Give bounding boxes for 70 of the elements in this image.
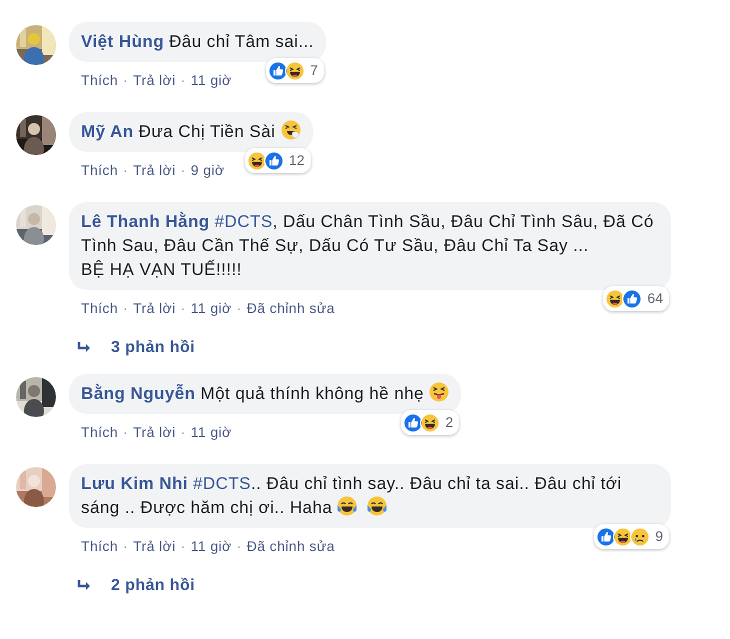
action-link[interactable]: 11 giờ	[190, 70, 232, 90]
action-link[interactable]: Thích	[81, 160, 118, 180]
reaction-count: 12	[288, 151, 304, 170]
author-name-link[interactable]: Lưu Kim Nhi	[81, 474, 188, 493]
reaction-count: 64	[647, 289, 663, 308]
reactions-badge[interactable]: 7	[266, 58, 324, 83]
reply-arrow-icon	[77, 580, 91, 592]
laughing-face-icon	[246, 150, 267, 170]
laughing-face-icon	[285, 60, 306, 80]
action-link[interactable]: 11 giờ	[190, 536, 232, 556]
tears-of-joy-face-icon	[337, 496, 358, 516]
action-link[interactable]: 11 giờ	[190, 422, 232, 442]
action-link[interactable]: 9 giờ	[190, 160, 224, 180]
reaction-count: 9	[655, 527, 663, 546]
author-name-link[interactable]: Việt Hùng	[81, 32, 164, 51]
separator-dot: ·	[236, 298, 242, 318]
action-link[interactable]: Thích	[81, 70, 118, 90]
laughing-face-icon	[613, 526, 634, 546]
separator-dot: ·	[236, 536, 242, 556]
action-link[interactable]: Trả lời	[133, 160, 176, 180]
action-link[interactable]: Trả lời	[133, 536, 176, 556]
reactions-badge[interactable]: 64	[603, 286, 669, 311]
reactions-badge[interactable]: 9	[594, 524, 669, 549]
reply-arrow-icon	[77, 342, 91, 354]
tongue-face-icon	[429, 382, 450, 402]
action-link[interactable]: Thích	[81, 536, 118, 556]
replies-link[interactable]: 2 phản hồi	[77, 576, 195, 596]
laughing-face-icon	[605, 288, 626, 308]
hashtag-link[interactable]: #DCTS	[192, 474, 251, 493]
like-icon	[403, 412, 424, 432]
separator-dot: ·	[180, 70, 186, 90]
author-name-link[interactable]: Bằng Nguyễn	[81, 384, 196, 403]
reaction-count: 2	[445, 413, 454, 432]
separator-dot: ·	[123, 160, 128, 180]
replies-link[interactable]: 3 phản hồi	[77, 338, 195, 358]
author-name-link[interactable]: Mỹ An	[81, 122, 134, 141]
action-link[interactable]: Đã chỉnh sửa	[246, 298, 335, 318]
separator-dot: ·	[180, 536, 186, 556]
separator-dot: ·	[123, 422, 128, 442]
hashtag-link[interactable]: #DCTS	[214, 212, 273, 231]
action-link[interactable]: Đã chỉnh sửa	[246, 536, 335, 556]
reaction-count: 7	[310, 61, 318, 80]
action-link[interactable]: Thích	[81, 422, 118, 442]
comment-text: Mỹ An Đưa Chị Tiền Sài	[81, 120, 300, 144]
reactions-badge[interactable]: 12	[244, 148, 310, 173]
crying-face-icon	[630, 526, 650, 546]
comment-text: Bằng Nguyễn Một quả thính không hề nhẹ	[81, 382, 450, 406]
like-icon	[264, 150, 284, 170]
separator-dot: ·	[123, 70, 128, 90]
sneezing-face-icon	[280, 120, 300, 140]
like-icon	[622, 288, 642, 308]
separator-dot: ·	[123, 298, 128, 318]
action-link[interactable]: Trả lời	[133, 70, 176, 90]
separator-dot: ·	[180, 298, 186, 318]
action-link[interactable]: Trả lời	[133, 298, 176, 318]
comment-text: Lê Thanh Hằng #DCTS, Dấu Chân Tình Sầu, Đâu Chỉ Tình Sâu, Đã Có Tình Sau, Đâu Cần Thế Sự, Dấu Có Tư Sầu, Đâu Chỉ Ta Say ... BỆ HẠ VẠN TUẾ!!!!!	[81, 210, 655, 281]
laughing-face-icon	[420, 412, 440, 432]
separator-dot: ·	[180, 160, 186, 180]
action-link[interactable]: 11 giờ	[190, 298, 232, 318]
reactions-badge[interactable]: 2	[401, 410, 460, 435]
comment-text: Việt Hùng Đâu chỉ Tâm sai...	[81, 31, 314, 53]
tears-of-joy-face-icon	[367, 496, 388, 516]
like-icon	[268, 60, 288, 80]
separator-dot: ·	[123, 536, 128, 556]
action-link[interactable]: Trả lời	[133, 422, 176, 442]
action-link[interactable]: Thích	[81, 298, 118, 318]
author-name-link[interactable]: Lê Thanh Hằng	[81, 212, 210, 231]
comment-text: Lưu Kim Nhi #DCTS.. Đâu chỉ tình say.. Đâu chỉ ta sai.. Đâu chỉ tới sáng .. Được hăm chị ơi.. Haha	[81, 473, 623, 519]
like-icon	[596, 526, 616, 546]
separator-dot: ·	[180, 422, 186, 442]
